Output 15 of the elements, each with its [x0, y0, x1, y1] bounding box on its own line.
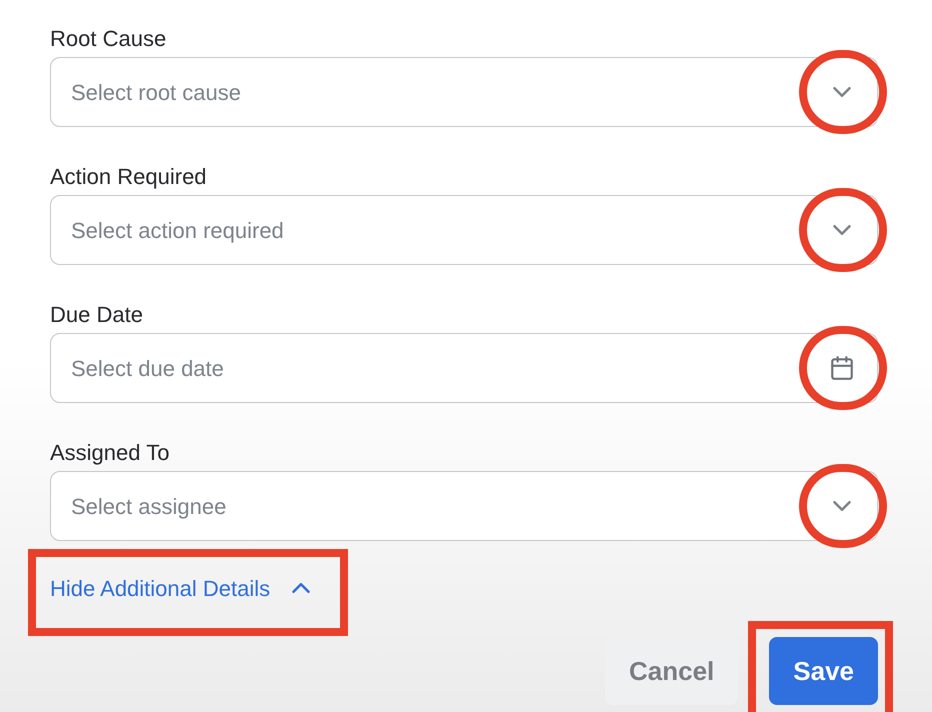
save-button[interactable]: Save: [769, 637, 878, 705]
field-label: Action Required: [50, 163, 208, 191]
field-label: Assigned To: [50, 439, 170, 467]
select-field[interactable]: Select root cause: [50, 57, 878, 127]
select-field[interactable]: Select action required: [50, 195, 878, 265]
placeholder: Select assignee: [71, 492, 226, 521]
placeholder: Select action required: [71, 216, 284, 245]
select-field[interactable]: Select assignee: [50, 471, 878, 541]
details-toggle-link[interactable]: Hide Additional Details: [50, 564, 316, 612]
field-label: Root Cause: [50, 25, 168, 53]
date-field[interactable]: Select due date: [50, 333, 878, 403]
placeholder: Select due date: [71, 354, 224, 382]
placeholder: Select root cause: [71, 78, 241, 106]
field-label: Due Date: [50, 301, 144, 329]
calendar-icon: [829, 355, 855, 381]
